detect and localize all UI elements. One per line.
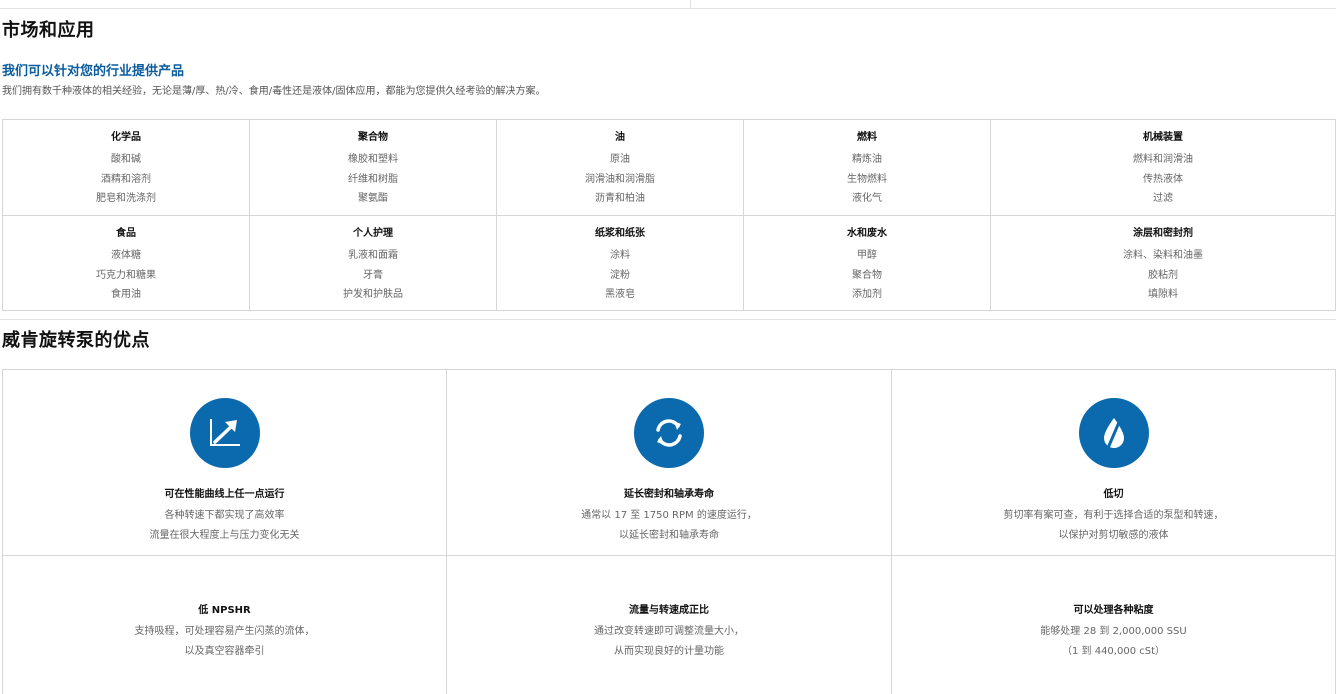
market-item: 涂料、染料和油墨 xyxy=(1123,250,1203,261)
market-category-title: 纸浆和纸张 xyxy=(595,228,645,239)
market-category-title: 机械装置 xyxy=(1143,132,1183,143)
advantage-card-operating-point: 可在性能曲线上任一点运行 各种转速下都实现了高效率 流量在很大程度上与压力变化无… xyxy=(3,370,447,556)
advantage-card-viscosity-range: 可以处理各种粘度 能够处理 28 到 2,000,000 SSU （1 到 44… xyxy=(892,556,1335,694)
advantage-description: （1 到 440,000 cSt） xyxy=(1061,646,1166,657)
market-item: 食用油 xyxy=(111,289,141,300)
market-item: 填隙料 xyxy=(1148,289,1178,300)
advantage-description: 支持吸程，可处理容易产生闪蒸的流体， xyxy=(134,626,315,637)
rotation-cycle-icon xyxy=(634,398,704,468)
advantage-description: 能够处理 28 到 2,000,000 SSU xyxy=(1040,626,1187,637)
advantage-description: 流量在很大程度上与压力变化无关 xyxy=(149,530,300,541)
market-category-pulp-paper: 纸浆和纸张 涂料 淀粉 黑液皂 xyxy=(497,216,744,310)
market-category-title: 涂层和密封剂 xyxy=(1133,228,1193,239)
market-item: 生物燃料 xyxy=(847,173,887,185)
market-category-personal-care: 个人护理 乳液和面霜 牙膏 护发和护肤品 xyxy=(250,216,497,310)
advantage-description: 以延长密封和轴承寿命 xyxy=(619,530,719,541)
advantage-description: 通过改变转速即可调整流量大小， xyxy=(594,626,744,637)
market-item: 传热液体 xyxy=(1143,173,1183,185)
advantage-description: 以保护对剪切敏感的液体 xyxy=(1058,530,1169,541)
market-item: 过滤 xyxy=(1153,193,1173,204)
market-category-water-wastewater: 水和废水 甲醇 聚合物 添加剂 xyxy=(744,216,991,310)
advantage-title: 可在性能曲线上任一点运行 xyxy=(164,489,285,500)
market-category-title: 个人护理 xyxy=(353,228,393,239)
market-category-title: 化学品 xyxy=(111,132,141,143)
market-category-fuels: 燃料 精炼油 生物燃料 液化气 xyxy=(744,120,991,216)
advantage-title: 低 NPSHR xyxy=(198,605,251,616)
market-item: 燃料和润滑油 xyxy=(1133,154,1193,165)
advantage-description: 各种转速下都实现了高效率 xyxy=(164,510,285,521)
market-item: 甲醇 xyxy=(857,250,877,261)
advantage-card-low-shear: 低切 剪切率有案可查，有利于选择合适的泵型和转速， 以保护对剪切敏感的液体 xyxy=(892,370,1335,556)
market-category-food: 食品 液体糖 巧克力和糖果 食用油 xyxy=(3,216,250,310)
market-item: 纤维和树脂 xyxy=(348,173,398,185)
top-divider-tick xyxy=(690,0,691,9)
market-item: 肥皂和洗涤剂 xyxy=(96,193,156,204)
market-category-title: 燃料 xyxy=(857,132,877,143)
market-item: 胶粘剂 xyxy=(1148,269,1178,281)
markets-grid: 化学品 酸和碱 酒精和溶剂 肥皂和洗涤剂 聚合物 橡胶和塑料 纤维和树脂 聚氨酯… xyxy=(2,119,1336,311)
market-category-title: 油 xyxy=(615,132,625,143)
market-item: 橡胶和塑料 xyxy=(348,154,398,165)
advantage-title: 可以处理各种粘度 xyxy=(1073,605,1154,616)
market-item: 液体糖 xyxy=(111,250,141,261)
market-category-coatings-sealants: 涂层和密封剂 涂料、染料和油墨 胶粘剂 填隙料 xyxy=(991,216,1335,310)
market-category-oil: 油 原油 润滑油和润滑脂 沥青和柏油 xyxy=(497,120,744,216)
advantage-description: 通常以 17 至 1750 RPM 的速度运行， xyxy=(581,510,757,521)
advantage-card-low-npshr: 低 NPSHR 支持吸程，可处理容易产生闪蒸的流体， 以及真空容器牵引 xyxy=(3,556,447,694)
market-item: 添加剂 xyxy=(852,289,882,300)
advantage-title: 延长密封和轴承寿命 xyxy=(624,489,714,500)
markets-section-title: 市场和应用 xyxy=(2,20,95,41)
markets-subheading: 我们可以针对您的行业提供产品 xyxy=(2,64,185,79)
market-item: 乳液和面霜 xyxy=(348,250,398,261)
market-item: 淀粉 xyxy=(610,269,630,281)
market-item: 牙膏 xyxy=(363,269,383,281)
market-category-title: 食品 xyxy=(116,228,136,239)
market-item: 精炼油 xyxy=(852,154,882,165)
market-category-machinery: 机械装置 燃料和润滑油 传热液体 过滤 xyxy=(991,120,1335,216)
market-item: 涂料 xyxy=(610,250,630,261)
advantage-card-seal-life: 延长密封和轴承寿命 通常以 17 至 1750 RPM 的速度运行， 以延长密封… xyxy=(447,370,892,556)
market-item: 聚氨酯 xyxy=(358,193,388,204)
top-divider xyxy=(0,8,1336,9)
advantage-title: 低切 xyxy=(1103,489,1124,500)
market-item: 酸和碱 xyxy=(111,154,141,165)
markets-intro: 我们拥有数千种液体的相关经验，无论是薄/厚、热/冷、食用/毒性还是液体/固体应用… xyxy=(2,86,546,97)
advantages-grid: 可在性能曲线上任一点运行 各种转速下都实现了高效率 流量在很大程度上与压力变化无… xyxy=(2,369,1336,694)
advantages-section-title: 威肯旋转泵的优点 xyxy=(2,330,150,351)
performance-curve-icon xyxy=(189,398,260,468)
section-divider xyxy=(0,319,1336,320)
market-item: 巧克力和糖果 xyxy=(96,269,156,281)
market-category-chemicals: 化学品 酸和碱 酒精和溶剂 肥皂和洗涤剂 xyxy=(3,120,250,216)
market-item: 聚合物 xyxy=(852,269,882,281)
market-category-title: 聚合物 xyxy=(358,132,388,143)
low-shear-drop-icon xyxy=(1078,398,1149,468)
market-item: 润滑油和润滑脂 xyxy=(585,173,655,185)
market-item: 液化气 xyxy=(852,193,882,204)
market-item: 黑液皂 xyxy=(605,289,635,300)
market-category-polymers: 聚合物 橡胶和塑料 纤维和树脂 聚氨酯 xyxy=(250,120,497,216)
market-item: 酒精和溶剂 xyxy=(101,173,151,185)
market-category-title: 水和废水 xyxy=(847,228,887,239)
market-item: 原油 xyxy=(610,154,630,165)
advantage-description: 以及真空容器牵引 xyxy=(184,646,265,657)
advantage-card-flow-proportional: 流量与转速成正比 通过改变转速即可调整流量大小， 从而实现良好的计量功能 xyxy=(447,556,892,694)
advantage-title: 流量与转速成正比 xyxy=(629,605,709,616)
advantage-description: 剪切率有案可查，有利于选择合适的泵型和转速， xyxy=(1003,510,1224,521)
market-item: 沥青和柏油 xyxy=(595,193,645,204)
advantage-description: 从而实现良好的计量功能 xyxy=(614,646,724,657)
market-item: 护发和护肤品 xyxy=(343,289,403,300)
